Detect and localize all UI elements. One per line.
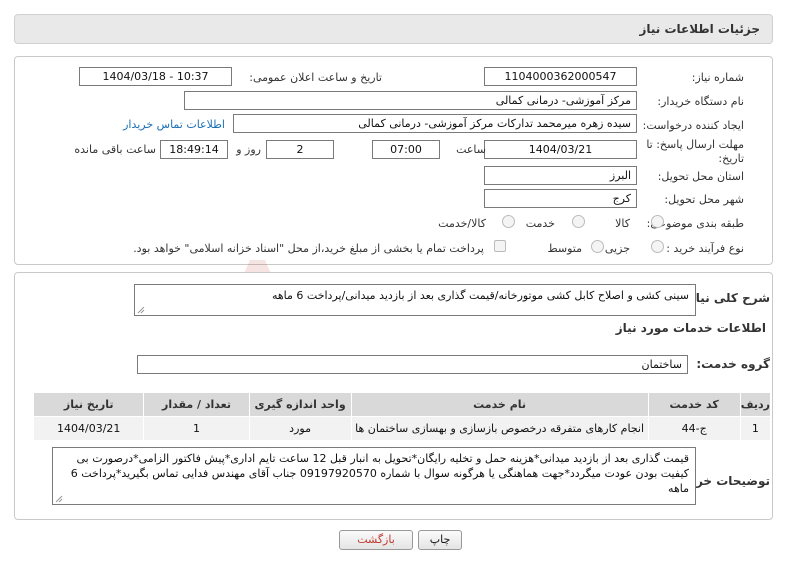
- table-header-row: ردیف کد خدمت نام خدمت واحد اندازه گیری ت…: [32, 392, 772, 417]
- need-number-field[interactable]: 1104000362000547: [484, 67, 637, 86]
- service-group-label: گروه خدمت:: [696, 357, 770, 371]
- need-number-label: شماره نیاز:: [691, 71, 744, 84]
- treasury-payment-checkbox[interactable]: [494, 240, 506, 252]
- announce-datetime-label: تاریخ و ساعت اعلان عمومی:: [249, 71, 382, 84]
- requester-label: ایجاد کننده درخواست:: [642, 119, 744, 132]
- buyer-org-label: نام دستگاه خریدار:: [657, 95, 744, 108]
- time-remaining-field[interactable]: 18:49:14: [160, 140, 228, 159]
- cell-unit: مورد: [248, 416, 352, 441]
- col-unit-header: واحد اندازه گیری: [248, 392, 352, 417]
- cell-quantity: 1: [143, 416, 250, 441]
- buyer-contact-link[interactable]: اطلاعات تماس خریدار: [123, 118, 225, 131]
- col-qty-header: تعداد / مقدار: [143, 392, 250, 417]
- announce-datetime-field[interactable]: 1404/03/18 - 10:37: [79, 67, 232, 86]
- table-row[interactable]: 1 ج-44 انجام کارهای متفرقه درخصوص بازساز…: [32, 416, 772, 441]
- days-remaining-field[interactable]: 2: [266, 140, 334, 159]
- city-label: شهر محل تحویل:: [664, 193, 744, 206]
- services-heading: اطلاعات خدمات مورد نیاز: [615, 321, 766, 335]
- process-option-medium: متوسط: [547, 242, 582, 255]
- summary-text: سینی کشی و اصلاح کابل کشی موتورخانه/قیمت…: [271, 289, 689, 302]
- cell-service-code: ج-44: [647, 416, 741, 441]
- print-button[interactable]: چاپ: [418, 530, 462, 550]
- category-radio-service[interactable]: [572, 215, 585, 228]
- page-title-bar: جزئیات اطلاعات نیاز: [14, 14, 773, 44]
- category-option-goods: کالا: [615, 217, 630, 230]
- page-title: جزئیات اطلاعات نیاز: [639, 22, 760, 36]
- deadline-label-date: تاریخ:: [718, 152, 744, 165]
- summary-label: شرح کلی نیاز:: [684, 291, 770, 305]
- treasury-payment-note: پرداخت تمام یا بخشی از مبلغ خرید،از محل …: [133, 242, 484, 255]
- col-code-header: کد خدمت: [647, 392, 741, 417]
- requester-field[interactable]: سیده زهره میرمحمد تدارکات مرکز آموزشی- د…: [233, 114, 637, 133]
- buyer-notes-text: قیمت گذاری بعد از بازدید میدانی*هزینه حم…: [70, 452, 689, 495]
- time-remaining-label: ساعت باقی مانده: [74, 143, 156, 156]
- back-button[interactable]: بازگشت: [339, 530, 413, 550]
- category-option-service: خدمت: [525, 217, 555, 230]
- process-type-label: نوع فرآیند خرید :: [666, 242, 744, 255]
- cell-row-number: 1: [739, 416, 772, 441]
- need-details-panel: [14, 56, 773, 265]
- category-radio-goods[interactable]: [651, 215, 664, 228]
- category-option-goods-service: کالا/خدمت: [438, 217, 486, 230]
- col-row-header: ردیف: [739, 392, 772, 417]
- resize-grip-icon[interactable]: [55, 495, 63, 503]
- days-label: روز و: [236, 143, 261, 156]
- city-field[interactable]: کرج: [484, 189, 637, 208]
- process-option-partial: جزیی: [604, 242, 630, 255]
- resize-grip-icon[interactable]: [137, 306, 145, 314]
- province-label: استان محل تحویل:: [657, 170, 744, 183]
- cell-service-name: انجام کارهای متفرقه درخصوص بازسازی و بهس…: [350, 416, 649, 441]
- col-name-header: نام خدمت: [350, 392, 649, 417]
- deadline-time-field[interactable]: 07:00: [372, 140, 440, 159]
- deadline-date-field[interactable]: 1404/03/21: [484, 140, 637, 159]
- services-table: ردیف کد خدمت نام خدمت واحد اندازه گیری ت…: [32, 392, 772, 441]
- buyer-notes-textarea[interactable]: قیمت گذاری بعد از بازدید میدانی*هزینه حم…: [52, 447, 696, 505]
- buyer-org-field[interactable]: مرکز آموزشی- درمانی کمالی: [184, 91, 637, 110]
- deadline-label: مهلت ارسال پاسخ: تا: [646, 138, 744, 151]
- service-group-field[interactable]: ساختمان: [137, 355, 688, 374]
- col-date-header: تاریخ نیاز: [32, 392, 145, 417]
- process-radio-medium[interactable]: [591, 240, 604, 253]
- cell-need-date: 1404/03/21: [32, 416, 145, 441]
- process-radio-partial[interactable]: [651, 240, 664, 253]
- province-field[interactable]: البرز: [484, 166, 637, 185]
- category-radio-goods-service[interactable]: [502, 215, 515, 228]
- deadline-time-label: ساعت: [456, 143, 486, 156]
- summary-textarea[interactable]: سینی کشی و اصلاح کابل کشی موتورخانه/قیمت…: [134, 284, 696, 316]
